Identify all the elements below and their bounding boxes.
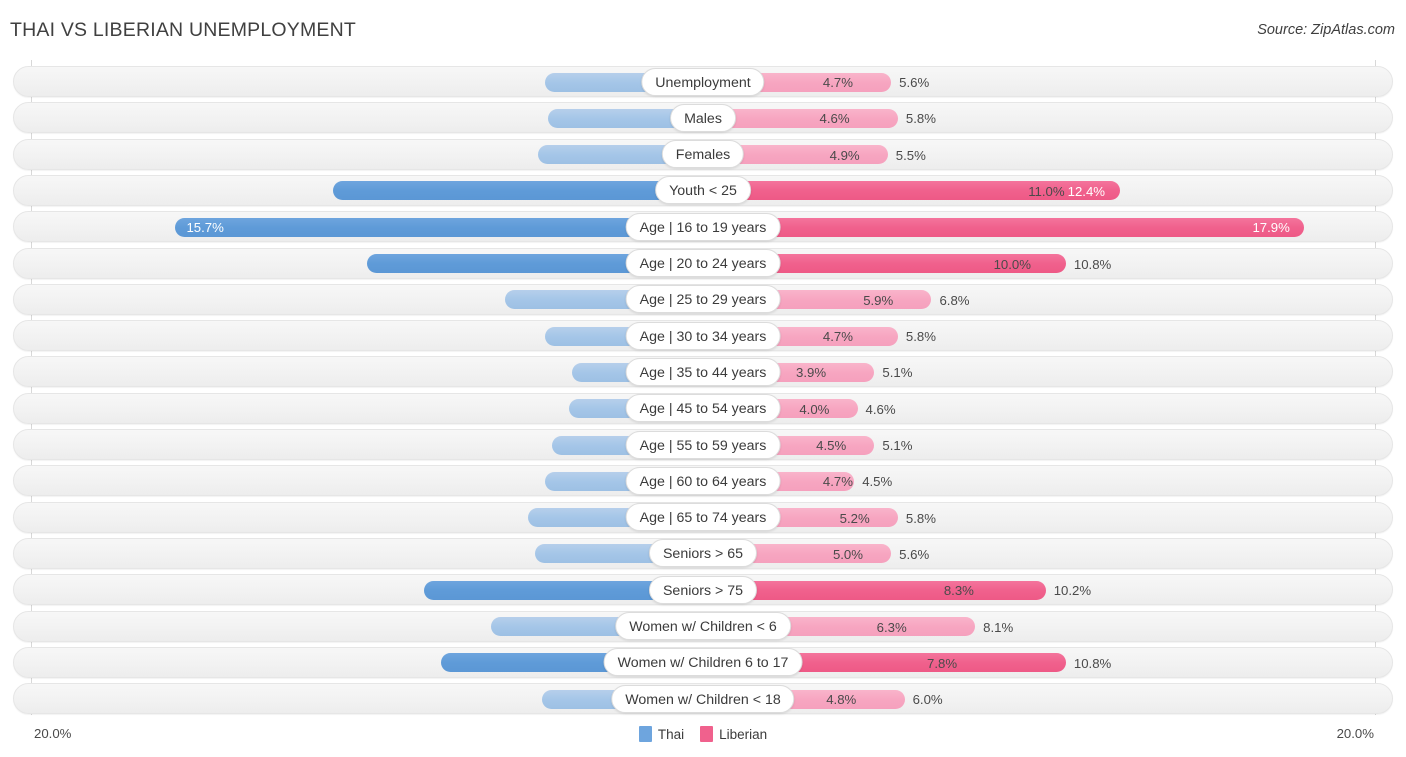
value-label-thai: 15.7%: [186, 220, 224, 236]
value-label-thai: 8.3%: [943, 583, 974, 599]
diverging-bar-chart: 4.7% 5.6% Unemployment 4.6% 5.8% Males 4.9% 5.5…: [0, 60, 1406, 715]
chart-row: 4.8% 6.0% Women w/ Children < 18: [0, 682, 1406, 718]
value-label-thai: 3.9%: [795, 365, 827, 381]
row-category-label: Age | 55 to 59 years: [625, 430, 781, 459]
value-label-thai: 4.9%: [829, 147, 860, 163]
row-category-label: Unemployment: [641, 67, 765, 96]
row-category-label: Women w/ Children 6 to 17: [603, 648, 803, 677]
row-category-label: Males: [670, 103, 736, 132]
value-label-liberian: 8.1%: [983, 619, 1014, 635]
value-label-thai: 4.6%: [819, 111, 850, 127]
row-category-label: Seniors > 75: [648, 575, 758, 604]
page-title: THAI VS LIBERIAN UNEMPLOYMENT: [10, 19, 357, 41]
chart-row: 4.7% 5.6% Unemployment: [0, 65, 1406, 101]
value-label-liberian: 5.6%: [899, 75, 930, 90]
value-label-liberian: 5.6%: [899, 546, 930, 562]
row-category-label: Age | 60 to 64 years: [625, 466, 781, 495]
value-label-liberian: 10.8%: [1073, 655, 1112, 671]
chart-row: 8.3% 10.2% Seniors > 75: [0, 573, 1406, 609]
chart-row: 4.0% 4.6% Age | 45 to 54 years: [0, 392, 1406, 428]
chart-row: 5.0% 5.6% Seniors > 65: [0, 537, 1406, 573]
value-label-liberian: 5.5%: [895, 147, 926, 163]
row-category-label: Age | 25 to 29 years: [625, 285, 781, 314]
bar-thai: [333, 181, 703, 201]
chart-row: 4.6% 5.8% Males: [0, 101, 1406, 137]
chart-row: 3.9% 5.1% Age | 35 to 44 years: [0, 355, 1406, 391]
value-label-liberian: 5.1%: [882, 438, 913, 453]
value-label-thai: 6.3%: [876, 619, 907, 635]
chart-row: 6.3% 8.1% Women w/ Children < 6: [0, 610, 1406, 646]
value-label-thai: 7.8%: [927, 655, 958, 671]
chart-legend: Thai Liberian: [0, 726, 1406, 742]
row-category-label: Women w/ Children < 18: [611, 684, 795, 713]
row-category-label: Age | 20 to 24 years: [625, 249, 781, 277]
header: THAI VS LIBERIAN UNEMPLOYMENT Source: Zi…: [0, 0, 1406, 60]
value-label-thai: 4.7%: [822, 75, 853, 90]
value-label-liberian: 6.8%: [939, 292, 970, 308]
row-category-label: Females: [661, 140, 745, 169]
chart-page: THAI VS LIBERIAN UNEMPLOYMENT Source: Zi…: [0, 0, 1406, 757]
value-label-thai: 4.5%: [816, 438, 847, 453]
value-label-liberian: 5.8%: [905, 510, 936, 526]
source-attribution: Source: ZipAtlas.com: [1257, 22, 1395, 38]
value-label-liberian: 4.6%: [865, 401, 896, 417]
value-label-thai: 11.0%: [1028, 183, 1065, 199]
value-label-thai: 4.7%: [822, 329, 853, 345]
value-label-thai: 5.0%: [832, 546, 863, 562]
row-category-label: Age | 65 to 74 years: [625, 503, 781, 532]
row-category-label: Women w/ Children < 6: [615, 612, 791, 640]
value-label-liberian: 10.2%: [1053, 583, 1092, 599]
legend-item[interactable]: Liberian: [700, 726, 767, 742]
value-label-liberian: 5.8%: [905, 111, 936, 127]
chart-row: 4.7% 4.5% Age | 60 to 64 years: [0, 464, 1406, 500]
chart-row: 10.0% 10.8% Age | 20 to 24 years: [0, 247, 1406, 283]
legend-swatch-icon: [638, 726, 652, 742]
chart-row: 4.5% 5.1% Age | 55 to 59 years: [0, 428, 1406, 464]
value-label-thai: 10.0%: [993, 256, 1031, 272]
legend-item[interactable]: Thai: [638, 726, 685, 742]
value-label-liberian: 12.4%: [1067, 183, 1106, 199]
value-label-thai: 5.2%: [839, 510, 870, 526]
row-category-label: Seniors > 65: [648, 539, 758, 568]
value-label-thai: 4.8%: [826, 692, 857, 708]
value-label-thai: 5.9%: [863, 292, 894, 308]
legend-swatch-icon: [700, 726, 714, 742]
chart-row: 7.8% 10.8% Women w/ Children 6 to 17: [0, 646, 1406, 682]
row-category-label: Youth < 25: [655, 176, 751, 205]
bar-liberian: [703, 217, 1305, 237]
value-label-thai: 4.0%: [799, 401, 830, 417]
value-label-liberian: 5.1%: [882, 365, 913, 381]
value-label-liberian: 10.8%: [1073, 256, 1112, 272]
bar-thai: [175, 217, 703, 237]
legend-label: Thai: [657, 726, 685, 742]
chart-row: 4.9% 5.5% Females: [0, 138, 1406, 174]
legend-label: Liberian: [719, 726, 768, 742]
value-label-thai: 4.7%: [822, 474, 853, 490]
row-category-label: Age | 45 to 54 years: [625, 394, 781, 423]
row-category-label: Age | 16 to 19 years: [625, 212, 781, 241]
row-category-label: Age | 30 to 34 years: [625, 321, 781, 350]
chart-row: 11.0% 12.4% Youth < 25: [0, 174, 1406, 210]
value-label-liberian: 4.5%: [862, 474, 893, 490]
row-category-label: Age | 35 to 44 years: [625, 357, 781, 386]
value-label-liberian: 17.9%: [1252, 220, 1290, 236]
chart-row: 5.9% 6.8% Age | 25 to 29 years: [0, 283, 1406, 319]
chart-row: 5.2% 5.8% Age | 65 to 74 years: [0, 501, 1406, 537]
chart-row: 4.7% 5.8% Age | 30 to 34 years: [0, 319, 1406, 355]
value-label-liberian: 5.8%: [905, 329, 936, 345]
value-label-liberian: 6.0%: [912, 692, 943, 708]
chart-footer: 20.0% 20.0% Thai Liberian: [0, 715, 1406, 757]
chart-row: 15.7% 17.9% Age | 16 to 19 years: [0, 210, 1406, 246]
